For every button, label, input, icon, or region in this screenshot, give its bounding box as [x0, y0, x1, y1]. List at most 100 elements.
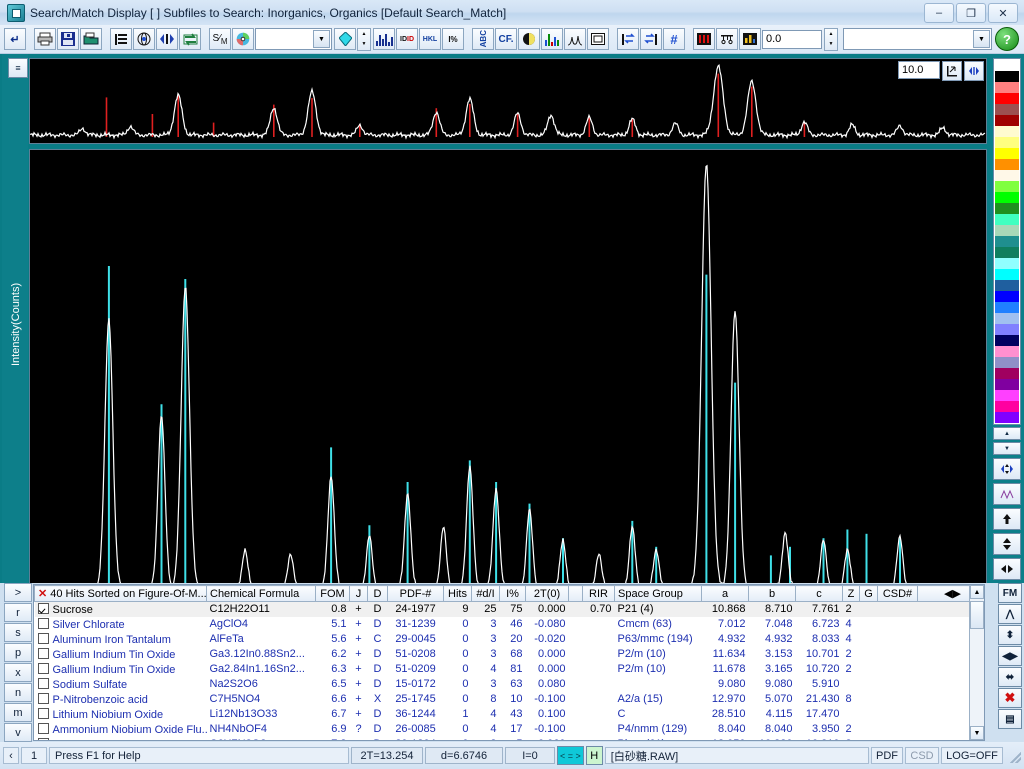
table-row[interactable]: Aluminum Iron TantalumAlFeTa5.6+C29-0045…: [35, 632, 986, 647]
move-horizontal-icon[interactable]: [993, 558, 1021, 580]
palette-swatch[interactable]: [995, 93, 1019, 104]
column-header-c[interactable]: c: [796, 586, 843, 602]
return-icon[interactable]: ↵: [4, 28, 26, 50]
status-pdf-label[interactable]: PDF: [871, 747, 903, 764]
window-icon[interactable]: [587, 28, 609, 50]
peaks-icon[interactable]: [541, 28, 563, 50]
palette-swatch[interactable]: [995, 159, 1019, 170]
close-column-icon[interactable]: ✕: [38, 588, 47, 600]
table-row[interactable]: 1-Methyl-2-nitro-5-vinylimidazoleC6H7N2O…: [35, 737, 986, 742]
save-icon[interactable]: [57, 28, 79, 50]
table-row[interactable]: Silver ChlorateAgClO45.1+D31-12390346-0.…: [35, 617, 986, 632]
report-icon[interactable]: ▤: [998, 709, 1022, 729]
row-checkbox[interactable]: [38, 723, 49, 734]
zoom-spinner[interactable]: ▲▼: [824, 28, 838, 51]
zoom-value-field[interactable]: 0.0: [762, 30, 822, 49]
table-row[interactable]: Gallium Indium Tin OxideGa3.12In0.88Sn2.…: [35, 647, 986, 662]
main-plot[interactable]: [29, 149, 987, 597]
column-header-blank[interactable]: [569, 586, 583, 602]
move-both-icon[interactable]: [993, 458, 1021, 480]
palette-swatch[interactable]: [995, 302, 1019, 313]
palette-swatch[interactable]: [995, 148, 1019, 159]
palette-swatch[interactable]: [995, 203, 1019, 214]
minimize-button[interactable]: –: [924, 3, 954, 23]
status-csd-label[interactable]: CSD: [905, 747, 939, 764]
table-row[interactable]: Ammonium Niobium Oxide Flu...NH4NbOF46.9…: [35, 722, 986, 737]
delete-icon[interactable]: ✖: [998, 688, 1022, 708]
table-row[interactable]: Lithium Niobium OxideLi12Nb13O336.7+D36-…: [35, 707, 986, 722]
phase-diamond-icon[interactable]: [334, 28, 356, 50]
column-header-dI[interactable]: #d/I: [472, 586, 500, 602]
bar-chart-icon[interactable]: [739, 28, 761, 50]
stick-pattern-icon[interactable]: [373, 28, 395, 50]
overview-fit-icon[interactable]: [942, 61, 962, 81]
globe-icon[interactable]: [133, 28, 155, 50]
palette-swatch[interactable]: [995, 269, 1019, 280]
color-palette[interactable]: ▲ ▼: [993, 58, 1021, 630]
chevron-down-icon[interactable]: ▼: [313, 30, 330, 48]
palette-swatch[interactable]: [995, 71, 1019, 82]
profile-icon[interactable]: [564, 28, 586, 50]
palette-swatch[interactable]: [995, 137, 1019, 148]
phase-combo[interactable]: ▼: [255, 28, 332, 50]
help-button[interactable]: ?: [995, 27, 1019, 51]
table-scrollbar[interactable]: ▲ ▼: [969, 585, 984, 740]
chevron-down-icon[interactable]: ▼: [973, 30, 990, 48]
row-checkbox[interactable]: [38, 603, 49, 614]
peak-shape-icon[interactable]: ⋀: [998, 604, 1022, 624]
palette-swatch[interactable]: [995, 324, 1019, 335]
palette-swatch[interactable]: [995, 313, 1019, 324]
list-icon[interactable]: [110, 28, 132, 50]
column-header-rir[interactable]: RIR: [583, 586, 615, 602]
column-header-name[interactable]: ✕40 Hits Sorted on Figure-Of-M...: [35, 586, 207, 602]
palette-swatch[interactable]: [995, 225, 1019, 236]
table-row[interactable]: SucroseC12H22O110.8+D24-1977925750.0000.…: [35, 602, 986, 617]
table-row[interactable]: Gallium Indium Tin OxideGa2.84In1.16Sn2.…: [35, 662, 986, 677]
column-header-ipct[interactable]: I%: [500, 586, 526, 602]
palette-swatch[interactable]: [995, 82, 1019, 93]
palette-swatch[interactable]: [995, 104, 1019, 115]
row-checkbox[interactable]: [38, 693, 49, 704]
align-left-icon[interactable]: [617, 28, 639, 50]
column-header-formula[interactable]: Chemical Formula: [207, 586, 316, 602]
palette-scroll-up-icon[interactable]: ▲: [993, 427, 1021, 440]
resize-grip-icon[interactable]: [1007, 749, 1021, 763]
close-button[interactable]: ✕: [988, 3, 1018, 23]
row-checkbox[interactable]: [38, 708, 49, 719]
circle-fill-icon[interactable]: [518, 28, 540, 50]
row-checkbox[interactable]: [38, 678, 49, 689]
palette-swatch[interactable]: [995, 181, 1019, 192]
palette-swatch[interactable]: [995, 247, 1019, 258]
status-nav-cluster[interactable]: < = >: [557, 746, 584, 765]
stick-tool-icon[interactable]: [716, 28, 738, 50]
palette-swatch[interactable]: [995, 60, 1019, 71]
palette-swatch[interactable]: [995, 115, 1019, 126]
palette-scroll-down-icon[interactable]: ▼: [993, 442, 1021, 455]
palette-swatch[interactable]: [995, 357, 1019, 368]
subfile-combo[interactable]: ▼: [843, 28, 992, 50]
palette-swatch[interactable]: [995, 346, 1019, 357]
move-horizontal-icon[interactable]: ⬌: [998, 667, 1022, 687]
filter-button-v[interactable]: v: [4, 723, 32, 742]
move-vertical-icon[interactable]: ⬍: [998, 625, 1022, 645]
palette-swatch[interactable]: [995, 401, 1019, 412]
palette-swatch[interactable]: [995, 170, 1019, 181]
filter-button-x[interactable]: >: [4, 583, 32, 602]
filter-button-r[interactable]: r: [4, 603, 32, 622]
overview-scale-field[interactable]: 10.0: [898, 61, 940, 79]
column-header-csd[interactable]: CSD#: [878, 586, 918, 602]
status-nav-left[interactable]: ‹: [3, 747, 19, 764]
pan-horizontal-icon[interactable]: ◀▶: [998, 646, 1022, 666]
cd-icon[interactable]: [232, 28, 254, 50]
fm-button[interactable]: FM: [998, 583, 1022, 603]
column-header-j[interactable]: J: [350, 586, 368, 602]
palette-swatch[interactable]: [995, 280, 1019, 291]
palette-swatch[interactable]: [995, 258, 1019, 269]
column-header-d[interactable]: D: [368, 586, 388, 602]
column-header-sg[interactable]: Space Group: [615, 586, 702, 602]
row-checkbox[interactable]: [38, 648, 49, 659]
column-header-hits[interactable]: Hits: [444, 586, 472, 602]
column-header-pdf[interactable]: PDF-#: [388, 586, 444, 602]
palette-swatch[interactable]: [995, 291, 1019, 302]
palette-swatch[interactable]: [995, 192, 1019, 203]
